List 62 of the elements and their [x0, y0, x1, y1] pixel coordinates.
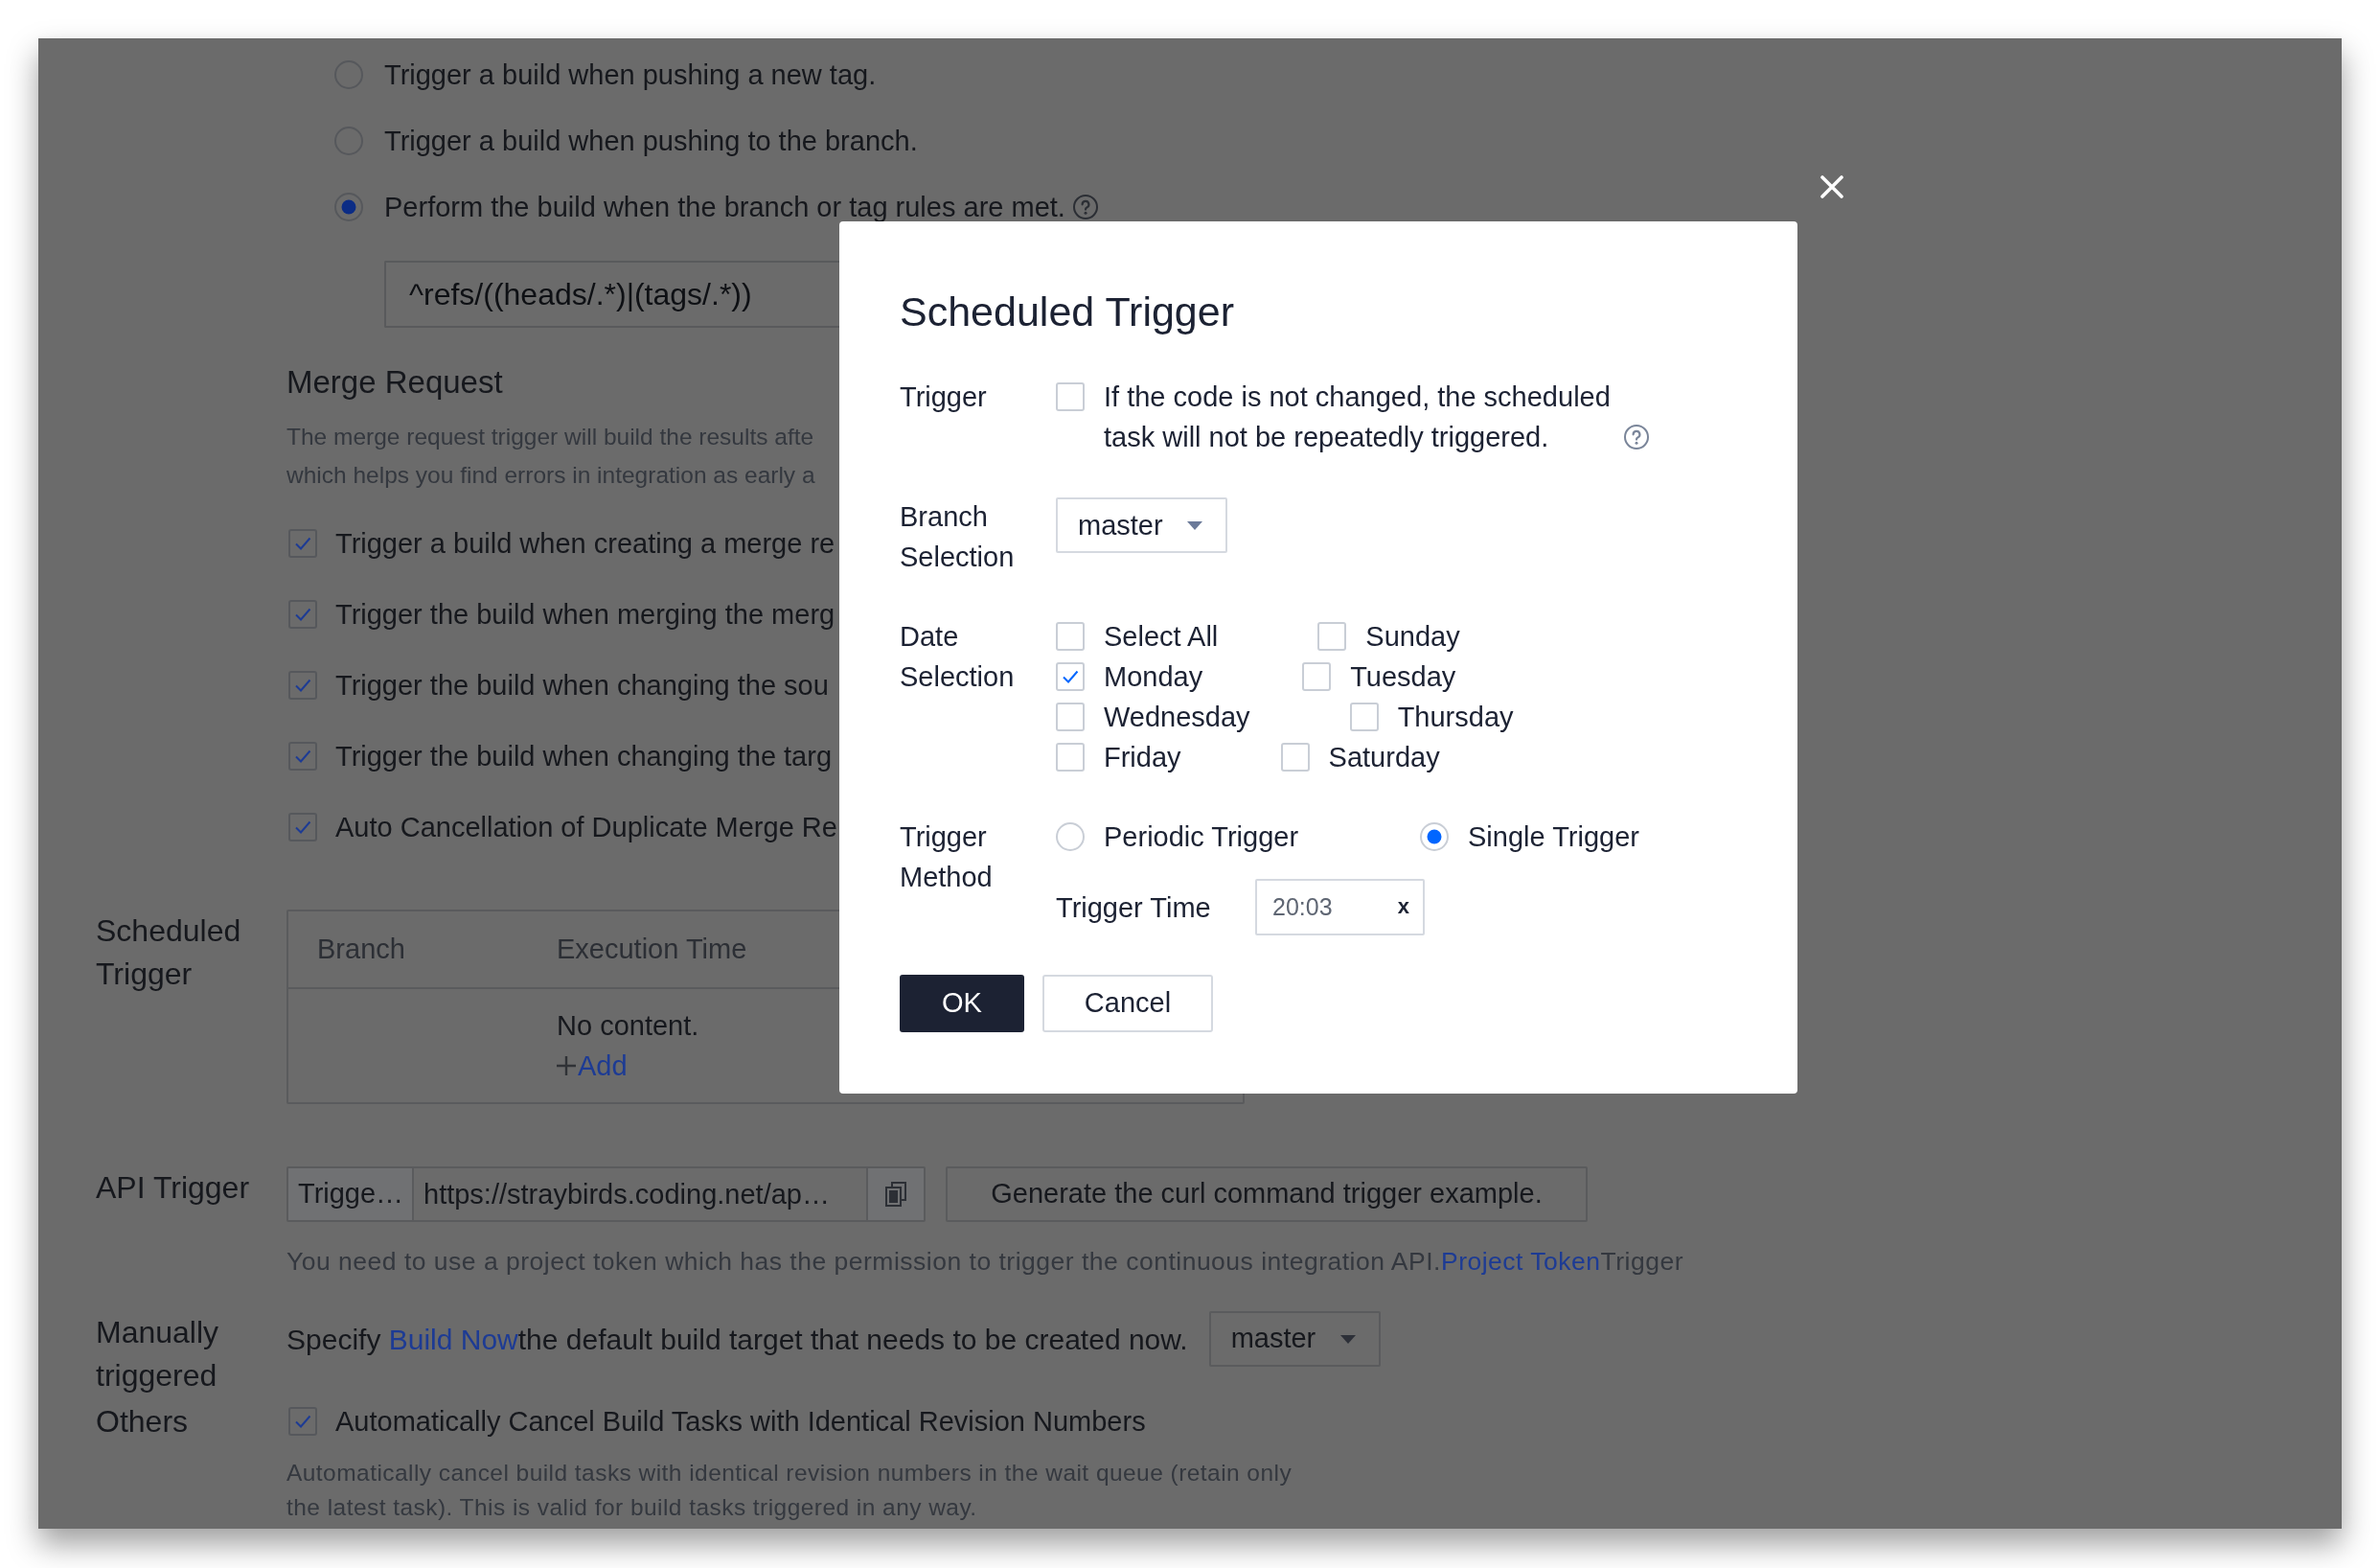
checkbox[interactable]: [288, 1407, 317, 1436]
pattern-field[interactable]: ^refs/((heads/.*)|(tags/.*)): [384, 261, 840, 328]
field-label: Trigger: [900, 381, 987, 412]
checkbox-label: Automatically Cancel Build Tasks with Identical Revision Numbers: [335, 1405, 1146, 1439]
add-link[interactable]: Add: [578, 1046, 628, 1086]
checkbox[interactable]: [288, 813, 317, 842]
plus-icon: [557, 1056, 576, 1075]
dialog-title: Scheduled Trigger: [900, 288, 1234, 335]
field-label: Trigger Method: [900, 821, 993, 892]
checkbox-label: Trigger the build when changing the targ: [335, 740, 833, 773]
section-label: Manually triggered: [96, 1315, 219, 1393]
checkbox-label: Tuesday: [1350, 660, 1456, 694]
column-header: Execution Time: [557, 933, 747, 964]
copy-button[interactable]: [866, 1166, 926, 1222]
field-label: Branch Selection: [900, 501, 1015, 572]
field-label: Trigger Time: [1056, 891, 1211, 923]
checkbox-label: Auto Cancellation of Duplicate Merge Re: [335, 811, 837, 844]
checkbox[interactable]: [288, 671, 317, 700]
clear-button[interactable]: x: [1397, 895, 1409, 918]
radio-button[interactable]: [334, 192, 363, 221]
checkbox-label: Friday: [1104, 741, 1181, 774]
checkbox[interactable]: [288, 600, 317, 629]
section-label: API Trigger: [96, 1170, 250, 1205]
radio-label: Trigger a build when pushing a new tag.: [384, 59, 877, 89]
checkbox-label: Trigger the build when changing the sou: [335, 669, 829, 703]
checkbox-label: Sunday: [1365, 620, 1460, 654]
help-icon[interactable]: [1624, 425, 1649, 450]
caret-icon: [1187, 520, 1202, 530]
instruction-text: Specify Build Nowthe default build target that needs to be created now.: [286, 1322, 1188, 1357]
empty-message: No content.: [557, 1009, 699, 1043]
url-field[interactable]: https://straybirds.coding.net/ap…: [414, 1166, 866, 1222]
radio-label: Perform the build when the branch or tag rules are met.: [384, 192, 1065, 221]
checkbox-label: Trigger the build when merging the merg: [335, 598, 835, 632]
checkbox-label: Trigger a build when creating a merge re: [335, 527, 835, 561]
copy-icon: [885, 1182, 906, 1207]
branch-select[interactable]: master: [1056, 497, 1227, 553]
checkbox-label: If the code is not changed, the scheduled task will not be repeatedly triggered.: [1104, 380, 1612, 454]
close-icon[interactable]: [1820, 175, 1843, 198]
build-now-link[interactable]: Build Now: [388, 1323, 518, 1355]
checkbox[interactable]: [288, 742, 317, 771]
checkbox-label: Wednesday: [1104, 701, 1250, 734]
branch-select[interactable]: master: [1208, 1311, 1381, 1367]
caret-icon: [1339, 1334, 1356, 1344]
cancel-button[interactable]: Cancel: [1042, 975, 1213, 1032]
section-heading: Merge Request: [286, 363, 503, 402]
column-header: Branch: [317, 933, 405, 964]
checkbox-label: Saturday: [1328, 741, 1440, 774]
ok-button[interactable]: OK: [900, 975, 1024, 1032]
token-name-addon: Trigge…: [286, 1166, 414, 1222]
project-token-link[interactable]: Project Token: [1440, 1247, 1601, 1276]
radio-label: Periodic Trigger: [1104, 820, 1299, 854]
section-label: Scheduled Trigger: [96, 913, 241, 991]
generate-button[interactable]: Generate the curl command trigger example.: [946, 1166, 1588, 1222]
checkbox-label: Select All: [1104, 620, 1219, 654]
radio-label: Trigger a build when pushing to the branch.: [384, 126, 918, 155]
checkbox-label: Monday: [1104, 660, 1203, 694]
help-icon[interactable]: [1072, 194, 1098, 219]
checkbox-label: Thursday: [1397, 701, 1514, 734]
checkbox[interactable]: [288, 529, 317, 558]
field-label: Date Selection: [900, 621, 1015, 692]
radio-label: Single Trigger: [1468, 820, 1639, 854]
section-label: Others: [96, 1404, 189, 1439]
